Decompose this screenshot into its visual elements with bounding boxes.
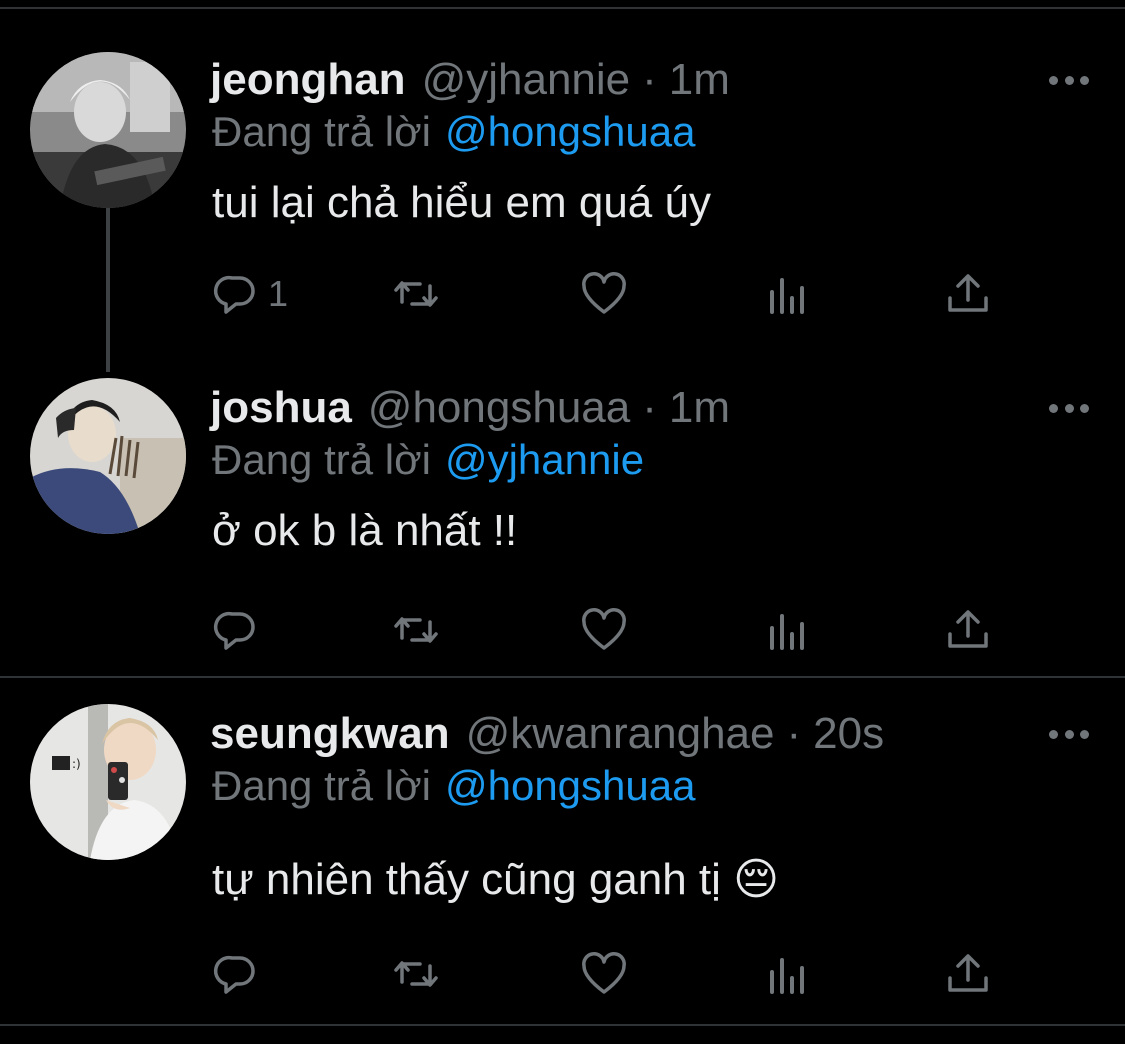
replying-to: Đang trả lời @hongshuaa (212, 762, 695, 810)
timestamp[interactable]: 20s (813, 709, 884, 759)
tweet[interactable]: jeonghan @yjhannie · 1m Đang trả lời @hon… (0, 52, 1125, 332)
analytics-icon (770, 958, 804, 994)
tweet-text: tự nhiên thấy cũng ganh tị 😔 (212, 855, 780, 904)
retweet-icon (394, 281, 438, 307)
like-icon (582, 608, 626, 650)
reply-icon (213, 275, 255, 314)
share-button[interactable] (942, 266, 994, 322)
analytics-icon (770, 614, 804, 650)
tweet-header: jeonghan @yjhannie · 1m (210, 52, 730, 108)
reply-icon (213, 611, 255, 650)
tweet-text: ở ok b là nhất !! (212, 506, 518, 555)
analytics-button[interactable] (762, 602, 814, 658)
like-button[interactable] (578, 946, 630, 1002)
retweet-button[interactable] (390, 266, 442, 322)
analytics-icon (770, 278, 804, 314)
separator-dot: · (786, 709, 802, 758)
avatar[interactable] (30, 378, 186, 534)
author-name[interactable]: joshua (210, 383, 352, 433)
separator-dot: · (642, 55, 657, 104)
retweet-button[interactable] (390, 946, 442, 1002)
reply-icon (213, 955, 255, 994)
share-icon (948, 274, 988, 312)
more-options-icon[interactable] (1049, 722, 1089, 746)
author-handle[interactable]: @hongshuaa (368, 383, 630, 433)
tweet[interactable]: :) seungkwan @kwanranghae · 20s Đang trả… (0, 704, 1125, 1006)
share-icon (948, 610, 988, 648)
author-handle[interactable]: @yjhannie (422, 55, 631, 105)
reply-button[interactable] (210, 946, 268, 1002)
share-button[interactable] (942, 602, 994, 658)
retweet-icon (394, 961, 438, 987)
retweet-button[interactable] (390, 602, 442, 658)
retweet-icon (394, 617, 438, 643)
replying-to-label: Đang trả lời (212, 762, 431, 809)
like-icon (582, 952, 626, 994)
tweet-header: seungkwan @kwanranghae · 20s (210, 706, 884, 762)
avatar[interactable]: :) (30, 704, 186, 860)
author-name[interactable]: seungkwan (210, 709, 450, 759)
author-name[interactable]: jeonghan (210, 55, 406, 105)
like-button[interactable] (578, 266, 630, 322)
tweet-actions (210, 946, 1010, 1006)
analytics-button[interactable] (762, 266, 814, 322)
timestamp[interactable]: 1m (669, 383, 730, 433)
reply-button[interactable]: 1 (210, 266, 288, 322)
replying-to: Đang trả lời @yjhannie (212, 436, 644, 484)
tweet-feed: jeonghan @yjhannie · 1m Đang trả lời @hon… (0, 0, 1125, 1044)
tweet-actions: 1 (210, 266, 1010, 326)
tweet-divider (0, 676, 1125, 678)
more-options-icon[interactable] (1049, 396, 1089, 420)
share-icon (948, 954, 988, 992)
svg-text::): :) (72, 757, 81, 771)
tweet-actions (210, 602, 1010, 662)
tweet[interactable]: joshua @hongshuaa · 1m Đang trả lời @yjha… (0, 378, 1125, 662)
like-icon (582, 272, 626, 314)
replying-to-handle[interactable]: @hongshuaa (445, 762, 696, 809)
replying-to-handle[interactable]: @hongshuaa (445, 108, 696, 155)
replying-to-label: Đang trả lời (212, 436, 431, 483)
reply-button[interactable] (210, 602, 268, 658)
share-button[interactable] (942, 946, 994, 1002)
tweet-divider (0, 1024, 1125, 1026)
replying-to-handle[interactable]: @yjhannie (445, 436, 644, 483)
author-handle[interactable]: @kwanranghae (466, 709, 775, 759)
reply-count: 1 (268, 273, 289, 314)
like-button[interactable] (578, 602, 630, 658)
tweet-text: tui lại chả hiểu em quá úy (212, 178, 711, 227)
tweet-header: joshua @hongshuaa · 1m (210, 380, 730, 436)
replying-to-label: Đang trả lời (212, 108, 431, 155)
timestamp[interactable]: 1m (669, 55, 730, 105)
separator-dot: · (642, 383, 657, 432)
more-options-icon[interactable] (1049, 68, 1089, 92)
avatar[interactable] (30, 52, 186, 208)
replying-to: Đang trả lời @hongshuaa (212, 108, 695, 156)
analytics-button[interactable] (762, 946, 814, 1002)
top-divider (0, 7, 1125, 9)
